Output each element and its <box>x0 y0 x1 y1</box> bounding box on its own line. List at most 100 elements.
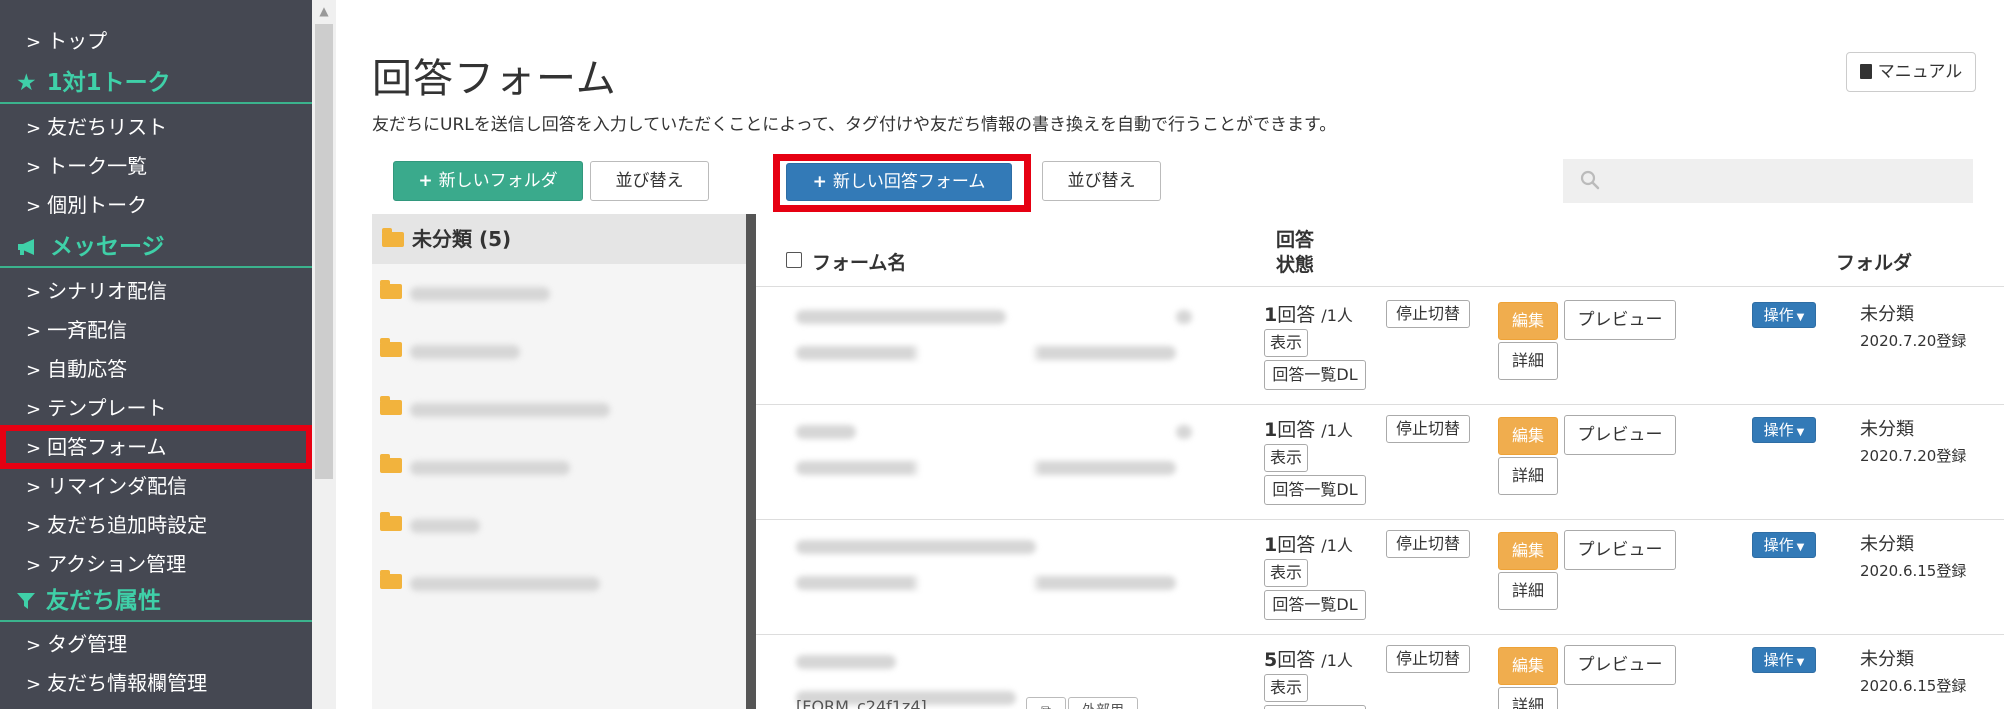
chevron-right-icon: > <box>26 32 42 53</box>
sidebar-item-action-management[interactable]: > アクション管理 <box>0 545 312 583</box>
folder-item[interactable] <box>372 442 750 492</box>
preview-button[interactable]: プレビュー <box>1564 645 1676 685</box>
new-folder-button[interactable]: + 新しいフォルダ <box>393 161 583 201</box>
page-description: 友だちにURLを送信し回答を入力していただくことによって、タグ付けや友だち情報の… <box>372 115 1337 135</box>
stop-toggle-button[interactable]: 停止切替 <box>1386 530 1470 558</box>
sidebar-item-label: アクション管理 <box>47 552 187 576</box>
row-divider <box>756 404 2004 405</box>
stop-toggle-button[interactable]: 停止切替 <box>1386 300 1470 328</box>
detail-button[interactable]: 詳細 <box>1498 342 1558 380</box>
sidebar-item-label: トップ <box>47 29 108 53</box>
redacted-copy-field <box>916 566 1036 598</box>
caret-down-icon: ▼ <box>1796 657 1805 668</box>
download-answers-button[interactable]: 回答一覧DL <box>1264 475 1366 505</box>
preview-button[interactable]: プレビュー <box>1564 300 1676 340</box>
table-row: 1回答 /1人 表示 回答一覧DL 停止切替 編集 プレビュー 詳細 操作 ▼ 未… <box>756 407 2004 522</box>
download-answers-button[interactable]: 回答一覧DL <box>1264 590 1366 620</box>
sidebar-scrollbar[interactable]: ▲ <box>312 0 336 709</box>
operate-dropdown-button[interactable]: 操作 ▼ <box>1752 302 1816 328</box>
panel-divider[interactable] <box>746 214 756 709</box>
copy-icon[interactable]: ⧉ <box>1026 697 1066 709</box>
folder-item[interactable] <box>372 384 750 434</box>
sidebar-section-label: 友だち属性 <box>46 588 161 614</box>
show-button[interactable]: 表示 <box>1264 329 1308 357</box>
scroll-up-arrow-icon[interactable]: ▲ <box>312 2 336 20</box>
folder-icon <box>380 280 402 299</box>
sidebar-item-reminder[interactable]: > リマインダ配信 <box>0 467 312 505</box>
folder-icon <box>380 454 402 473</box>
sidebar-item-scenario[interactable]: > シナリオ配信 <box>0 272 312 310</box>
redacted-icon <box>1176 425 1192 439</box>
sidebar-item-friend-add-settings[interactable]: > 友だち追加時設定 <box>0 506 312 544</box>
page-title: 回答フォーム <box>372 56 617 102</box>
edit-button[interactable]: 編集 <box>1498 302 1558 340</box>
sidebar-item-friend-list[interactable]: > 友だちリスト <box>0 108 312 146</box>
sidebar-section-label: メッセージ <box>50 234 165 260</box>
stop-toggle-button[interactable]: 停止切替 <box>1386 645 1470 673</box>
answer-people: /1人 <box>1321 651 1353 670</box>
redacted-form-name <box>796 310 1006 324</box>
detail-button[interactable]: 詳細 <box>1498 572 1558 610</box>
new-folder-label: 新しいフォルダ <box>438 171 558 191</box>
row-divider <box>756 634 2004 635</box>
sidebar-item-auto-reply[interactable]: > 自動応答 <box>0 350 312 388</box>
sidebar-item-broadcast[interactable]: > 一斉配信 <box>0 311 312 349</box>
external-button[interactable]: 外部用 <box>1068 697 1138 709</box>
chevron-right-icon: > <box>26 118 42 139</box>
redacted-text <box>410 402 610 417</box>
chevron-right-icon: > <box>26 516 42 537</box>
sort-forms-button[interactable]: 並び替え <box>1042 161 1161 201</box>
stop-toggle-button[interactable]: 停止切替 <box>1386 415 1470 443</box>
search-input[interactable] <box>1563 159 1973 203</box>
select-all-checkbox[interactable] <box>786 252 802 268</box>
sidebar-item-answer-form[interactable]: > 回答フォーム <box>0 425 312 469</box>
plus-icon: + <box>418 171 433 191</box>
chevron-right-icon: > <box>26 438 42 459</box>
answer-count: 5回答 /1人 <box>1264 645 1353 672</box>
download-answers-button[interactable]: 回答一覧DL <box>1264 705 1366 709</box>
show-button[interactable]: 表示 <box>1264 674 1308 702</box>
table-row: 1回答 /1人 表示 回答一覧DL 停止切替 編集 プレビュー 詳細 操作 ▼ 未… <box>756 522 2004 637</box>
sidebar-item-template[interactable]: > テンプレート <box>0 389 312 427</box>
operate-dropdown-button[interactable]: 操作 ▼ <box>1752 647 1816 673</box>
folder-item[interactable] <box>372 268 750 318</box>
show-button[interactable]: 表示 <box>1264 444 1308 472</box>
redacted-text <box>410 576 600 591</box>
scrollbar-thumb[interactable] <box>315 24 333 479</box>
sidebar-item-talk-list[interactable]: > トーク一覧 <box>0 147 312 185</box>
column-header-form-name[interactable]: フォーム名 <box>812 248 906 275</box>
folder-item[interactable] <box>372 558 750 608</box>
detail-button[interactable]: 詳細 <box>1498 687 1558 709</box>
chevron-right-icon: > <box>26 282 42 303</box>
preview-button[interactable]: プレビュー <box>1564 415 1676 455</box>
detail-button[interactable]: 詳細 <box>1498 457 1558 495</box>
new-answer-form-button[interactable]: + 新しい回答フォーム <box>786 163 1012 201</box>
chevron-right-icon: > <box>26 157 42 178</box>
edit-button[interactable]: 編集 <box>1498 532 1558 570</box>
row-folder: 未分類 <box>1860 304 1914 325</box>
folder-item-uncategorized[interactable]: 未分類 (5) <box>372 214 750 264</box>
show-button[interactable]: 表示 <box>1264 559 1308 587</box>
download-answers-button[interactable]: 回答一覧DL <box>1264 360 1366 390</box>
manual-button[interactable]: マニュアル <box>1846 52 1976 92</box>
sort-folders-button[interactable]: 並び替え <box>590 161 709 201</box>
sidebar-item-friend-info-management[interactable]: > 友だち情報欄管理 <box>0 664 312 702</box>
edit-button[interactable]: 編集 <box>1498 417 1558 455</box>
row-date: 2020.6.15登録 <box>1860 677 1967 695</box>
sidebar-item-individual-talk[interactable]: > 個別トーク <box>0 186 312 224</box>
operate-dropdown-button[interactable]: 操作 ▼ <box>1752 532 1816 558</box>
edit-button[interactable]: 編集 <box>1498 647 1558 685</box>
filter-icon <box>16 580 36 622</box>
sidebar-item-label: 一斉配信 <box>47 318 128 342</box>
answer-people: /1人 <box>1321 421 1353 440</box>
column-header-line: 回答 <box>1276 229 1315 251</box>
folder-item[interactable] <box>372 500 750 550</box>
operate-dropdown-button[interactable]: 操作 ▼ <box>1752 417 1816 443</box>
sidebar-item-top[interactable]: > トップ <box>0 22 312 60</box>
search-icon <box>1580 170 1600 190</box>
preview-button[interactable]: プレビュー <box>1564 530 1676 570</box>
sidebar-item-tag-management[interactable]: > タグ管理 <box>0 625 312 663</box>
sidebar-section-friend-attributes: 友だち属性 <box>0 580 312 622</box>
row-folder: 未分類 <box>1860 419 1914 440</box>
folder-item[interactable] <box>372 326 750 376</box>
